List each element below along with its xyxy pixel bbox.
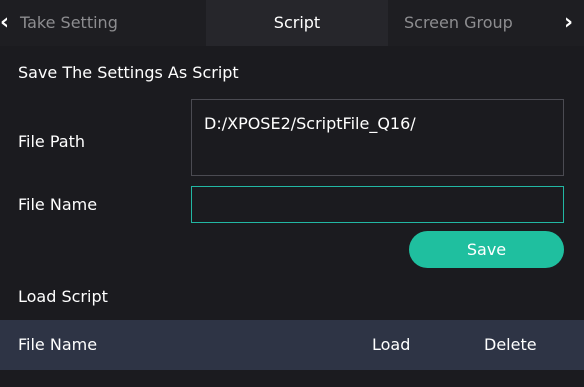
file-path-label: File Path: [18, 132, 86, 151]
tab-screen-group[interactable]: Screen Group: [404, 0, 513, 46]
save-button[interactable]: Save: [409, 231, 564, 268]
column-load: Load: [372, 335, 411, 354]
tab-script[interactable]: Script: [206, 0, 388, 46]
tab-take-setting[interactable]: Take Setting: [20, 0, 118, 46]
chevron-left-icon[interactable]: ‹: [0, 0, 9, 46]
table-header: File Name Load Delete: [0, 320, 584, 370]
load-section-title: Load Script: [18, 287, 108, 306]
save-section-title: Save The Settings As Script: [18, 63, 239, 82]
file-path-value: D:/XPOSE2/ScriptFile_Q16/: [204, 114, 416, 133]
column-file-name: File Name: [18, 335, 98, 354]
file-name-input[interactable]: [191, 186, 564, 223]
chevron-right-icon[interactable]: ›: [564, 0, 573, 46]
script-panel: ‹ Take Setting Script Screen Group › Sav…: [0, 0, 584, 387]
file-path-field: D:/XPOSE2/ScriptFile_Q16/: [191, 99, 564, 176]
column-delete: Delete: [484, 335, 537, 354]
tab-bar: ‹ Take Setting Script Screen Group ›: [0, 0, 584, 46]
file-name-label: File Name: [18, 195, 98, 214]
